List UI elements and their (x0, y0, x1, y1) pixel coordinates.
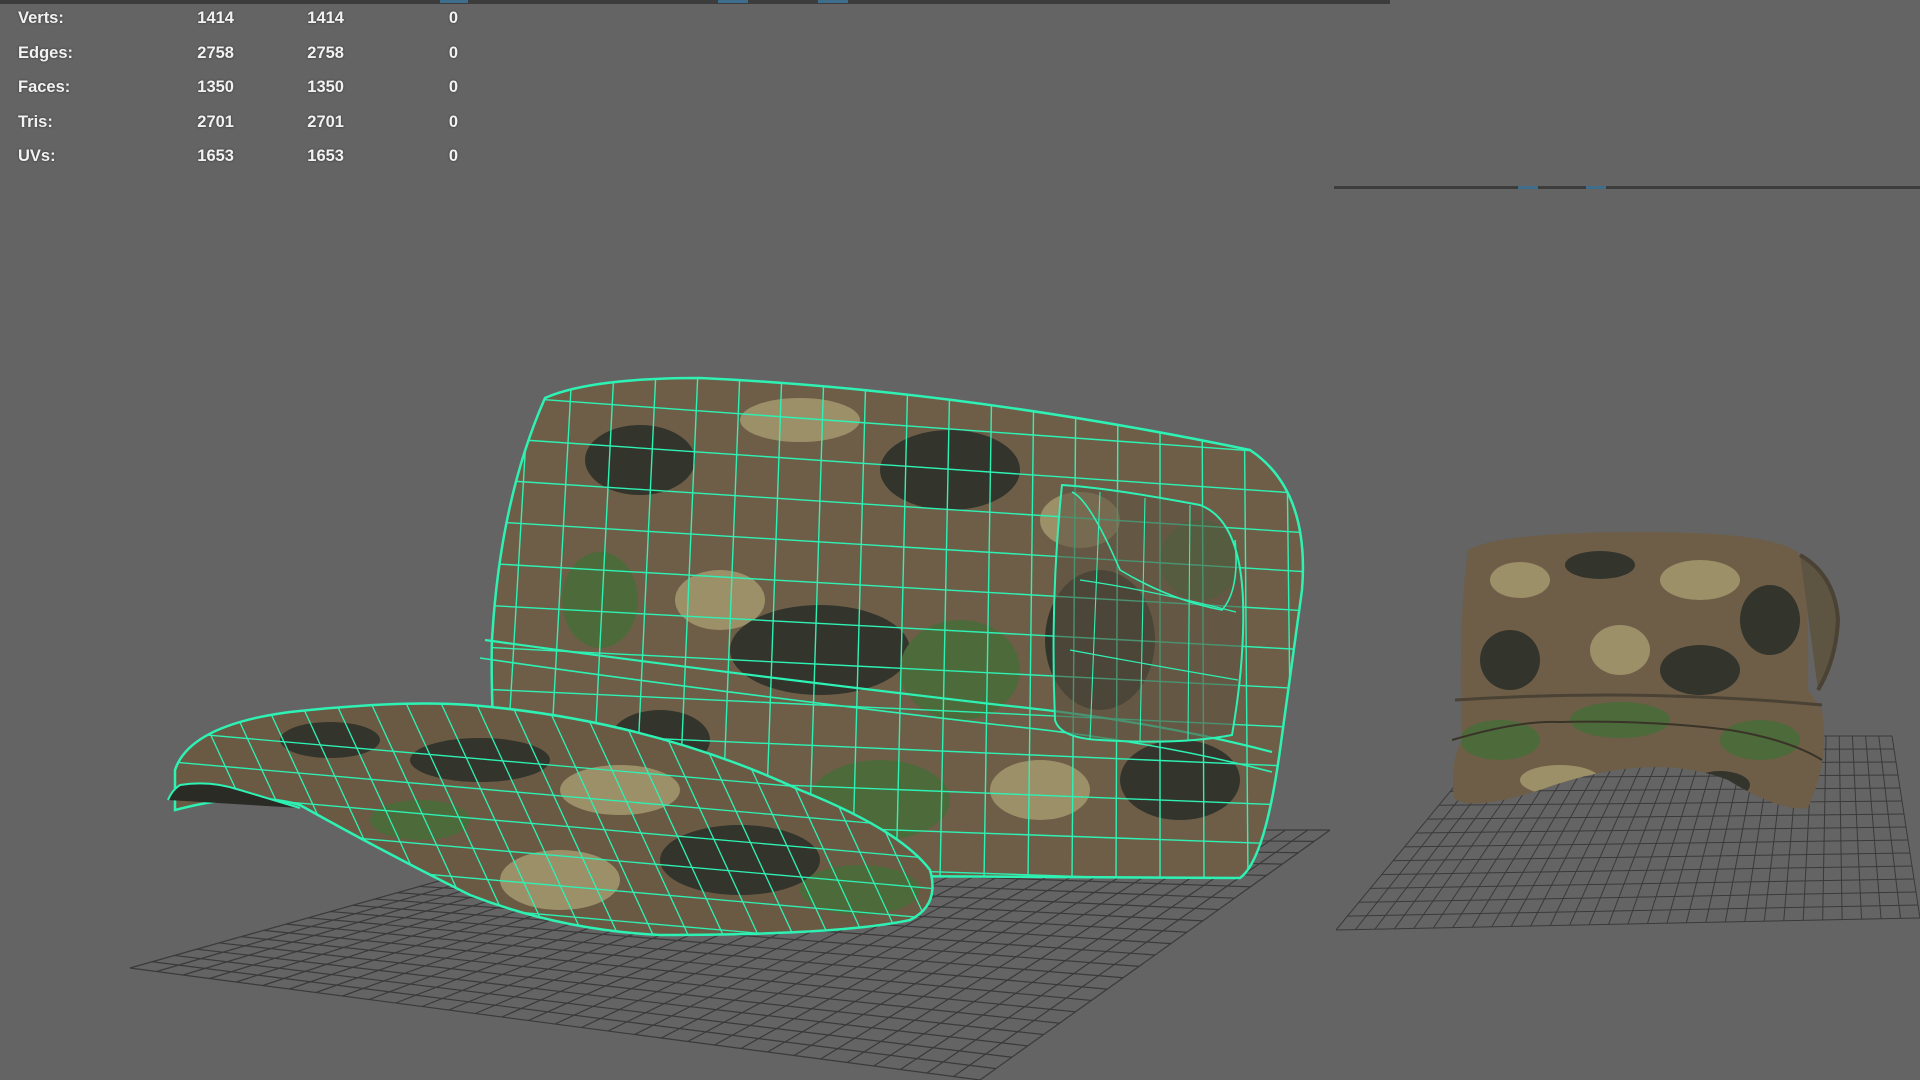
hud-selected-count: 2758 (307, 43, 344, 62)
hud-object-count: 1350 (197, 78, 234, 96)
hud-selected-count: 1653 (307, 147, 344, 165)
hud-row-uvs: UVs: 1653 1653 0 (18, 146, 458, 181)
hud-label: UVs: (18, 147, 56, 165)
viewport-divider (1334, 186, 1920, 189)
hud-uv-count: 0 (448, 112, 458, 131)
hud-label: Edges: (18, 43, 74, 62)
poly-count-hud: Verts: 1414 1414 0 Edges: 2758 2758 0 Fa… (18, 8, 458, 181)
hud-row-edges: Edges: 2758 2758 0 (18, 43, 458, 78)
cap-side-flap[interactable] (1052, 483, 1245, 743)
hud-label: Faces: (18, 78, 71, 96)
toolbar-marker (1586, 186, 1606, 189)
hud-object-count: 2701 (197, 112, 234, 131)
main-viewport[interactable]: Verts: 1414 1414 0 Edges: 2758 2758 0 Fa… (0, 0, 1390, 1080)
toolbar-marker (1518, 186, 1538, 189)
hud-label: Tris: (18, 112, 53, 131)
hud-object-count: 2758 (197, 43, 234, 62)
hud-row-verts: Verts: 1414 1414 0 (18, 8, 458, 43)
hud-selected-count: 2701 (307, 112, 344, 131)
hud-selected-count: 1414 (307, 9, 344, 27)
hud-label: Verts: (18, 9, 64, 27)
hud-uv-count: 0 (448, 9, 458, 27)
hud-uv-count: 0 (448, 78, 458, 96)
hud-uv-count: 0 (448, 147, 458, 165)
hud-row-faces: Faces: 1350 1350 0 (18, 77, 458, 112)
hud-object-count: 1414 (197, 9, 234, 27)
hud-uv-count: 0 (448, 43, 458, 62)
hud-object-count: 1653 (197, 147, 234, 165)
hud-selected-count: 1350 (307, 78, 344, 96)
secondary-viewport[interactable] (1334, 186, 1920, 1080)
hud-row-tris: Tris: 2701 2701 0 (18, 112, 458, 147)
